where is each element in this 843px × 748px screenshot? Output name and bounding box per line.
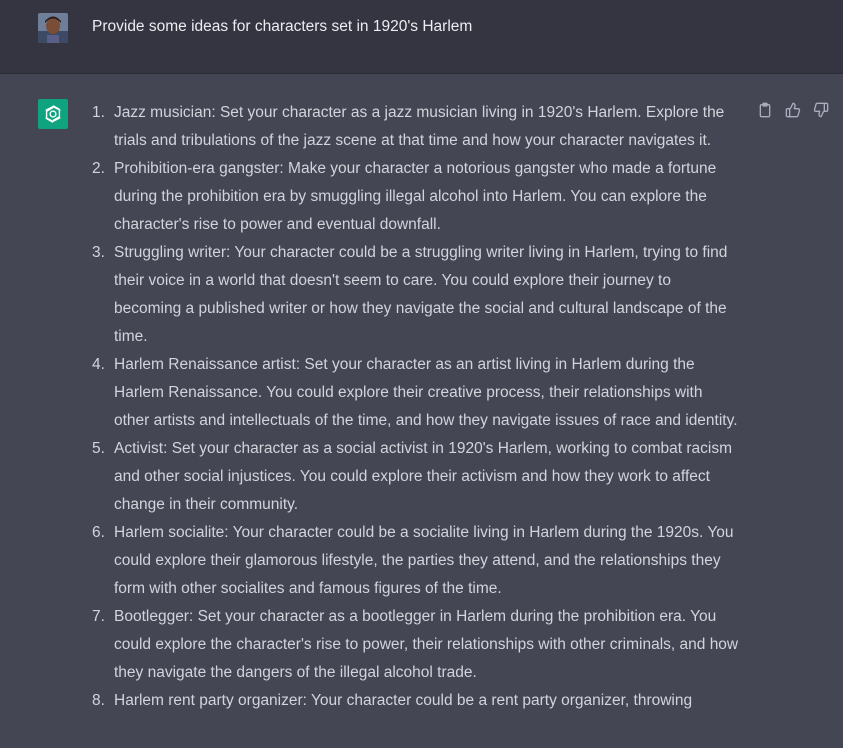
message-actions — [756, 101, 830, 119]
user-prompt-text: Provide some ideas for characters set in… — [92, 18, 473, 35]
clipboard-icon[interactable] — [756, 101, 774, 119]
assistant-answer-list: 1. Jazz musician: Set your character as a… — [92, 99, 742, 715]
user-message-row: Provide some ideas for characters set in… — [0, 0, 843, 74]
list-item: 6. Harlem socialite: Your character could… — [92, 524, 734, 597]
thumbs-up-icon[interactable] — [784, 101, 802, 119]
list-item: 1. Jazz musician: Set your character as a… — [92, 104, 725, 149]
openai-logo-icon — [38, 99, 68, 129]
assistant-message-row: 1. Jazz musician: Set your character as a… — [0, 74, 843, 748]
thumbs-down-icon[interactable] — [812, 101, 830, 119]
list-item: 7. Bootlegger: Set your character as a bo… — [92, 608, 739, 681]
user-avatar — [38, 13, 68, 43]
list-item: 3. Struggling writer: Your character coul… — [92, 244, 728, 345]
list-item: 5. Activist: Set your character as a soci… — [92, 440, 733, 513]
list-item: 8. Harlem rent party organizer: Your char… — [92, 692, 693, 709]
list-item: 2. Prohibition-era gangster: Make your ch… — [92, 160, 717, 233]
list-item: 4. Harlem Renaissance artist: Set your ch… — [92, 356, 738, 429]
